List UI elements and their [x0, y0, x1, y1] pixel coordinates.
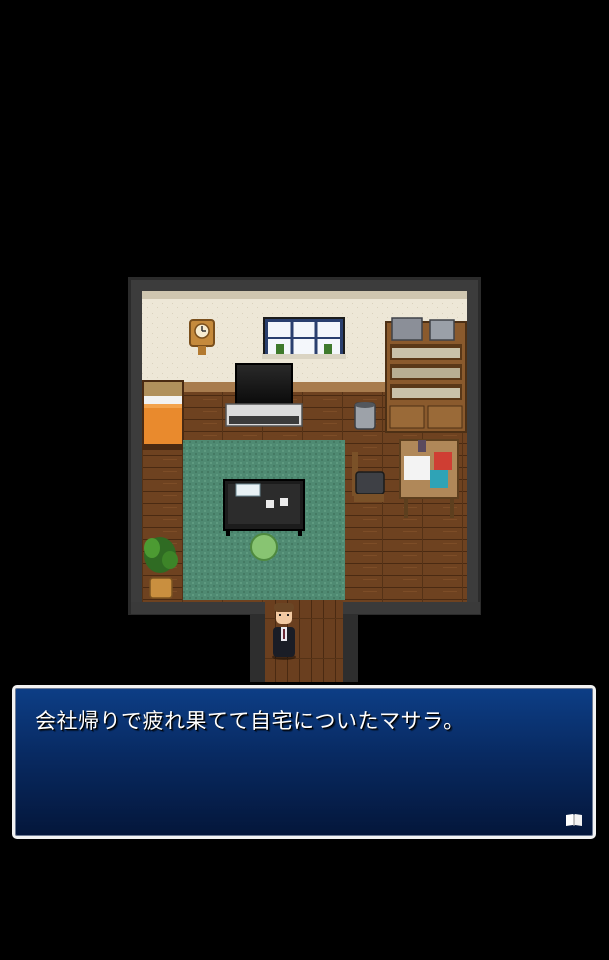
bed[interactable] — [142, 380, 184, 450]
room-bottom-wall-right — [343, 602, 480, 614]
bookshelf[interactable] — [385, 317, 467, 433]
open-book-icon[interactable] — [565, 813, 583, 827]
message-window[interactable]: 会社帰りで疲れ果てて自宅についたマサラ。 — [12, 685, 596, 839]
floor-cushion[interactable] — [250, 533, 278, 561]
television[interactable] — [225, 363, 303, 427]
room-bottom-wall-left — [131, 602, 265, 614]
window — [262, 317, 346, 359]
dialogue-text: 会社帰りで疲れ果てて自宅についたマサラ。 — [35, 709, 465, 733]
trash-can[interactable] — [354, 402, 376, 430]
coffee-table[interactable] — [223, 479, 305, 536]
wall-top-trim — [142, 291, 467, 299]
